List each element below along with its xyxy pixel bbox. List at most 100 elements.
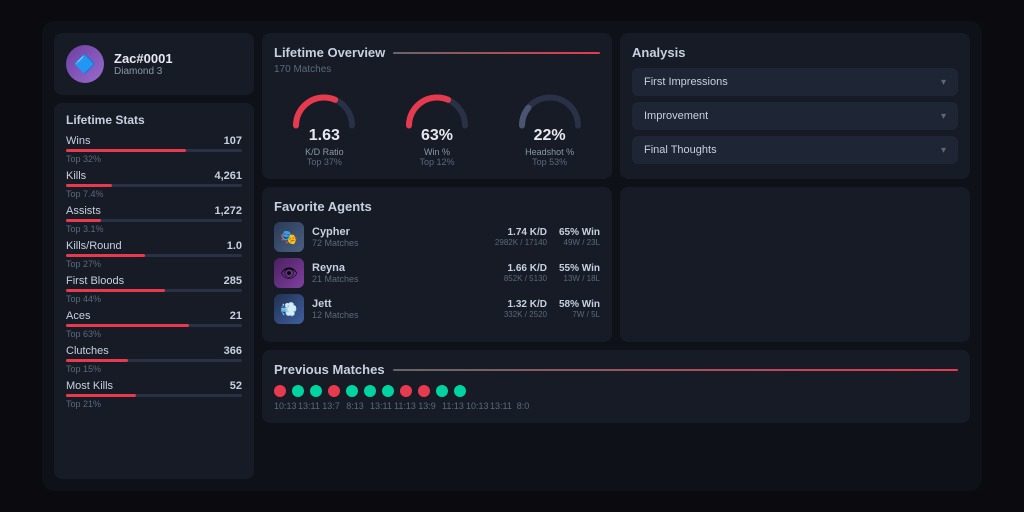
- analysis-item[interactable]: Final Thoughts ▾: [632, 136, 958, 164]
- gauge-rank: Top 12%: [419, 157, 454, 167]
- gauge-item: 63% Win % Top 12%: [402, 85, 472, 167]
- stat-bar-bg: [66, 289, 242, 292]
- stat-name: Aces: [66, 310, 90, 322]
- stat-bar-bg: [66, 149, 242, 152]
- stat-bar-bg: [66, 184, 242, 187]
- match-dot: [328, 385, 340, 397]
- agent-info: Reyna 21 Matches: [312, 262, 496, 284]
- chevron-down-icon: ▾: [941, 111, 946, 122]
- stat-pct: Top 15%: [66, 364, 242, 374]
- stat-bar-bg: [66, 324, 242, 327]
- agent-kd-sub: 2982K / 17140: [495, 238, 547, 247]
- stat-name: First Bloods: [66, 275, 124, 287]
- middle-row: Favorite Agents 🎭 Cypher 72 Matches 1.74…: [262, 187, 970, 342]
- gauge-value: 1.63: [309, 127, 340, 145]
- gauge-rank: Top 53%: [532, 157, 567, 167]
- match-dots: [274, 385, 958, 397]
- stat-bar-fill: [66, 149, 186, 152]
- agent-kd-sub: 332K / 2520: [504, 310, 547, 319]
- stat-name: Kills: [66, 170, 86, 182]
- stats-list: Wins 107 Top 32% Kills 4,261 Top 7.4% As…: [66, 135, 242, 409]
- match-score: 10:13: [274, 401, 292, 411]
- match-score: 11:13: [394, 401, 412, 411]
- gauges-row: 1.63 K/D Ratio Top 37% 63% Win % Top 12%…: [274, 85, 600, 167]
- match-score: 13:11: [298, 401, 316, 411]
- stat-pct: Top 32%: [66, 154, 242, 164]
- stat-value: 285: [224, 275, 242, 287]
- lifetime-overview-card: Lifetime Overview 170 Matches 1.63 K/D R…: [262, 33, 612, 179]
- agent-win: 65% Win: [559, 227, 600, 238]
- stat-bar-fill: [66, 359, 128, 362]
- stat-bar-bg: [66, 254, 242, 257]
- agent-info: Cypher 72 Matches: [312, 226, 487, 248]
- stat-pct: Top 63%: [66, 329, 242, 339]
- match-score: 13:7: [322, 401, 340, 411]
- stat-bar-bg: [66, 359, 242, 362]
- stat-value: 52: [230, 380, 242, 392]
- gauge-item: 22% Headshot % Top 53%: [515, 85, 585, 167]
- match-score: 11:13: [442, 401, 460, 411]
- rank: Diamond 3: [114, 66, 173, 77]
- stat-name: Most Kills: [66, 380, 113, 392]
- agent-info: Jett 12 Matches: [312, 298, 496, 320]
- stat-name: Assists: [66, 205, 101, 217]
- stat-row: Assists 1,272 Top 3.1%: [66, 205, 242, 234]
- stat-value: 21: [230, 310, 242, 322]
- match-dot: [400, 385, 412, 397]
- username: Zac#0001: [114, 51, 173, 66]
- match-dot: [436, 385, 448, 397]
- stat-value: 107: [224, 135, 242, 147]
- analysis-card: Analysis First Impressions ▾ Improvement…: [620, 33, 970, 179]
- profile-info: Zac#0001 Diamond 3: [114, 51, 173, 77]
- agents-title: Favorite Agents: [274, 199, 372, 214]
- agent-stats: 1.66 K/D 852K / 5130 55% Win 13W / 18L: [504, 263, 600, 283]
- match-score: 13:9: [418, 401, 436, 411]
- agent-name: Jett: [312, 298, 496, 310]
- stat-name: Kills/Round: [66, 240, 122, 252]
- agent-stats: 1.74 K/D 2982K / 17140 65% Win 49W / 23L: [495, 227, 600, 247]
- overview-title: Lifetime Overview: [274, 45, 385, 60]
- avatar: 🔷: [66, 45, 104, 83]
- agent-row: 💨 Jett 12 Matches 1.32 K/D 332K / 2520 5…: [274, 294, 600, 324]
- stat-bar-fill: [66, 394, 136, 397]
- analysis-item-label: First Impressions: [644, 76, 728, 88]
- analysis-item[interactable]: First Impressions ▾: [632, 68, 958, 96]
- overview-header: Lifetime Overview: [274, 45, 600, 60]
- gauge-rank: Top 37%: [307, 157, 342, 167]
- left-panel: 🔷 Zac#0001 Diamond 3 Lifetime Stats Wins…: [54, 33, 254, 479]
- agent-matches: 12 Matches: [312, 310, 496, 320]
- stat-bar-bg: [66, 394, 242, 397]
- agent-win-col: 65% Win 49W / 23L: [559, 227, 600, 247]
- match-score: 10:13: [466, 401, 484, 411]
- agent-matches: 21 Matches: [312, 274, 496, 284]
- stat-row: First Bloods 285 Top 44%: [66, 275, 242, 304]
- stat-value: 1.0: [227, 240, 242, 252]
- header-line: [393, 52, 600, 54]
- agent-win-sub: 7W / 5L: [559, 310, 600, 319]
- stat-value: 1,272: [214, 205, 242, 217]
- stat-row: Wins 107 Top 32%: [66, 135, 242, 164]
- profile-card: 🔷 Zac#0001 Diamond 3: [54, 33, 254, 95]
- stat-pct: Top 27%: [66, 259, 242, 269]
- stat-row: Aces 21 Top 63%: [66, 310, 242, 339]
- match-dot: [382, 385, 394, 397]
- match-dot: [274, 385, 286, 397]
- stat-bar-fill: [66, 289, 165, 292]
- match-dot: [346, 385, 358, 397]
- agent-kd: 1.74 K/D: [495, 227, 547, 238]
- gauge-label: Headshot %: [525, 147, 574, 157]
- agent-avatar: 🎭: [274, 222, 304, 252]
- match-dot: [418, 385, 430, 397]
- stat-bar-bg: [66, 219, 242, 222]
- stat-row: Kills 4,261 Top 7.4%: [66, 170, 242, 199]
- analysis-header: Analysis: [632, 45, 958, 60]
- analysis-item[interactable]: Improvement ▾: [632, 102, 958, 130]
- analysis-item-label: Final Thoughts: [644, 144, 717, 156]
- agent-kd-col: 1.74 K/D 2982K / 17140: [495, 227, 547, 247]
- stat-name: Wins: [66, 135, 90, 147]
- stat-name: Clutches: [66, 345, 109, 357]
- agent-win-col: 55% Win 13W / 18L: [559, 263, 600, 283]
- agent-kd: 1.66 K/D: [504, 263, 547, 274]
- gauge-label: K/D Ratio: [305, 147, 344, 157]
- agent-kd-col: 1.32 K/D 332K / 2520: [504, 299, 547, 319]
